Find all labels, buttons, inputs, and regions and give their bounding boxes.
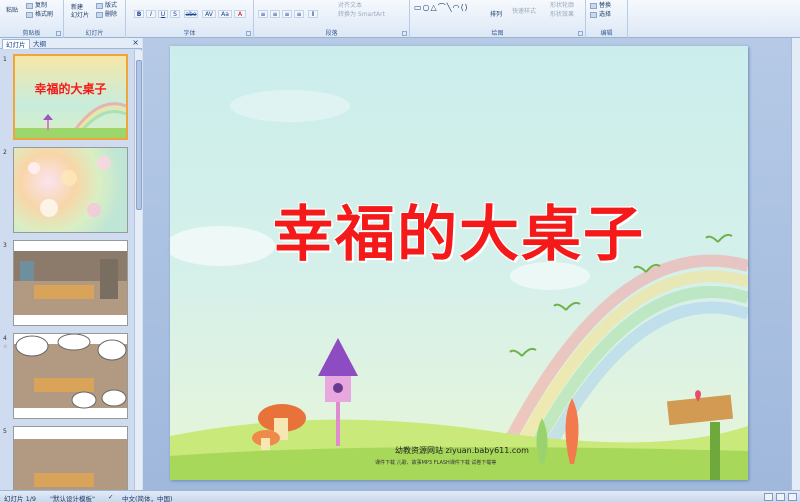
format-painter-label: 格式刷 — [35, 11, 54, 18]
font-color-button[interactable]: A — [234, 10, 246, 18]
font-launcher[interactable] — [246, 31, 251, 36]
slideshow-button[interactable] — [788, 493, 797, 501]
layout-icon — [96, 2, 103, 9]
tab-slides[interactable]: 幻灯片 — [2, 39, 30, 49]
select-button[interactable]: 选择 — [590, 9, 611, 18]
slides-group: 新建 幻灯片 版式 重设 删除 幻灯片 — [64, 0, 126, 38]
ribbon: 粘贴 复制 格式刷 剪贴板 新建 幻灯片 版式 重设 删除 幻灯片 B I U … — [0, 0, 800, 38]
layout-label: 版式 — [105, 2, 118, 9]
shape-effects-button[interactable]: 形状效果 — [550, 9, 574, 18]
thumbnail-number: 3 — [3, 242, 7, 249]
spellcheck-icon[interactable]: ✓ — [108, 493, 113, 501]
align-text-button[interactable]: 对齐文本 — [338, 0, 362, 9]
new-slide-button[interactable]: 新建 幻灯片 — [71, 4, 89, 20]
drawing-launcher[interactable] — [578, 31, 583, 36]
clipboard-launcher[interactable] — [56, 31, 61, 36]
website-subtext: 课件下载 儿歌、故事MP3 FLASH课件下载 试卷下载等 — [375, 460, 497, 466]
new-slide-label-2: 幻灯片 — [71, 12, 90, 19]
canvas-scrollbar[interactable] — [791, 38, 800, 490]
slides-pane: 幻灯片 大纲 × 1 幸福的大桌子 2 3 4 ☆ 5 — [0, 38, 142, 490]
replace-label: 替换 — [599, 2, 612, 9]
delete-button[interactable]: 删除 — [96, 9, 117, 18]
new-slide-label-1: 新建 — [71, 4, 84, 11]
slide-position: 幻灯片 1/9 — [4, 495, 37, 502]
paragraph-group-label: 段落 — [325, 30, 338, 37]
paste-button[interactable]: 粘贴 — [6, 5, 18, 14]
room-illustration — [14, 251, 127, 315]
paragraph-launcher[interactable] — [402, 31, 407, 36]
status-bar: 幻灯片 1/9 "默认设计模板" ✓ 中文(简体，中国) — [0, 490, 800, 502]
website-credit: 幼教资源网站 ziyuan.baby611.com — [395, 446, 529, 455]
replace-icon — [590, 2, 597, 9]
drawing-group-label: 绘图 — [491, 30, 504, 37]
thumbnail-number: 5 — [3, 428, 7, 435]
replace-button[interactable]: 替换 — [590, 0, 611, 9]
clipboard-group-label: 剪贴板 — [22, 30, 41, 37]
thumbnail-number: 4 — [3, 335, 7, 342]
align-center-button[interactable]: ≡ — [270, 10, 280, 18]
thumbnail-scrollbar[interactable] — [134, 50, 142, 490]
slide-sorter-button[interactable] — [776, 493, 785, 501]
select-icon — [590, 11, 597, 18]
select-label: 选择 — [599, 11, 612, 18]
slide-thumbnail-4[interactable] — [13, 333, 128, 419]
change-case-button[interactable]: Aa — [218, 10, 232, 18]
slide-thumbnail-1[interactable]: 幸福的大桌子 — [13, 54, 128, 140]
animation-star-icon: ☆ — [3, 344, 8, 350]
format-painter-button[interactable]: 格式刷 — [26, 9, 53, 18]
quick-styles-button[interactable]: 快速样式 — [512, 6, 536, 15]
thumbnail-art — [15, 102, 126, 138]
copy-label: 复制 — [35, 2, 48, 9]
editing-group-label: 编辑 — [600, 30, 613, 37]
columns-button[interactable]: ⫴ — [308, 10, 318, 18]
tab-outline[interactable]: 大纲 — [30, 39, 49, 49]
shapes-gallery[interactable]: ▭○△⌒╲◠⟨⟩ — [414, 2, 469, 13]
underline-button[interactable]: U — [158, 10, 168, 18]
font-group: B I U S abe AV Aa A 字体 — [126, 0, 254, 38]
flowers-art — [28, 156, 111, 217]
shape-outline-button[interactable]: 形状轮廓 — [550, 0, 574, 9]
slide-title[interactable]: 幸福的大桌子 — [170, 186, 748, 273]
slide-thumbnail-5[interactable] — [13, 426, 128, 490]
copy-button[interactable]: 复制 — [26, 0, 47, 9]
language-indicator[interactable]: 中文(简体，中国) — [122, 493, 173, 502]
brush-icon — [26, 11, 33, 18]
delete-label: 删除 — [105, 11, 118, 18]
bold-button[interactable]: B — [134, 10, 144, 18]
editing-group: 替换 选择 编辑 — [586, 0, 628, 38]
italic-button[interactable]: I — [146, 10, 156, 18]
room-illustration — [14, 334, 127, 409]
clipboard-group: 粘贴 复制 格式刷 剪贴板 — [0, 0, 64, 38]
align-right-button[interactable]: ≡ — [282, 10, 292, 18]
close-pane-icon[interactable]: × — [132, 38, 139, 48]
theme-name: "默认设计模板" — [50, 495, 95, 502]
normal-view-button[interactable] — [764, 493, 773, 501]
slides-group-label: 幻灯片 — [85, 30, 104, 37]
font-group-label: 字体 — [183, 30, 196, 37]
shadow-button[interactable]: S — [170, 10, 180, 18]
slide[interactable]: 幸福的大桌子 幼教资源网站 ziyuan.baby611.com 课件下载 儿歌… — [170, 46, 748, 480]
convert-smartart-button[interactable]: 转换为 SmartArt — [338, 9, 385, 18]
paragraph-group: ≡ ≡ ≡ ≡ ⫴ 对齐文本 转换为 SmartArt 段落 — [254, 0, 410, 38]
thumbnail-number: 2 — [3, 149, 7, 156]
justify-button[interactable]: ≡ — [294, 10, 304, 18]
room-illustration — [14, 439, 127, 490]
strikethrough-button[interactable]: abe — [184, 10, 198, 18]
delete-icon — [96, 11, 103, 18]
thumbnail-list: 1 幸福的大桌子 2 3 4 ☆ 5 — [0, 50, 134, 490]
slide-thumbnail-2[interactable] — [13, 147, 128, 233]
char-spacing-button[interactable]: AV — [202, 10, 216, 18]
drawing-group: ▭○△⌒╲◠⟨⟩ 排列 快速样式 形状轮廓 形状效果 绘图 — [410, 0, 586, 38]
slide-thumbnail-3[interactable] — [13, 240, 128, 326]
copy-icon — [26, 2, 33, 9]
thumbnail-number: 1 — [3, 56, 7, 63]
align-left-button[interactable]: ≡ — [258, 10, 268, 18]
thumbnail-scroll-thumb[interactable] — [136, 60, 142, 210]
layout-button[interactable]: 版式 — [96, 0, 117, 9]
arrange-button[interactable]: 排列 — [490, 9, 502, 18]
pane-tabs: 幻灯片 大纲 × — [0, 38, 142, 49]
